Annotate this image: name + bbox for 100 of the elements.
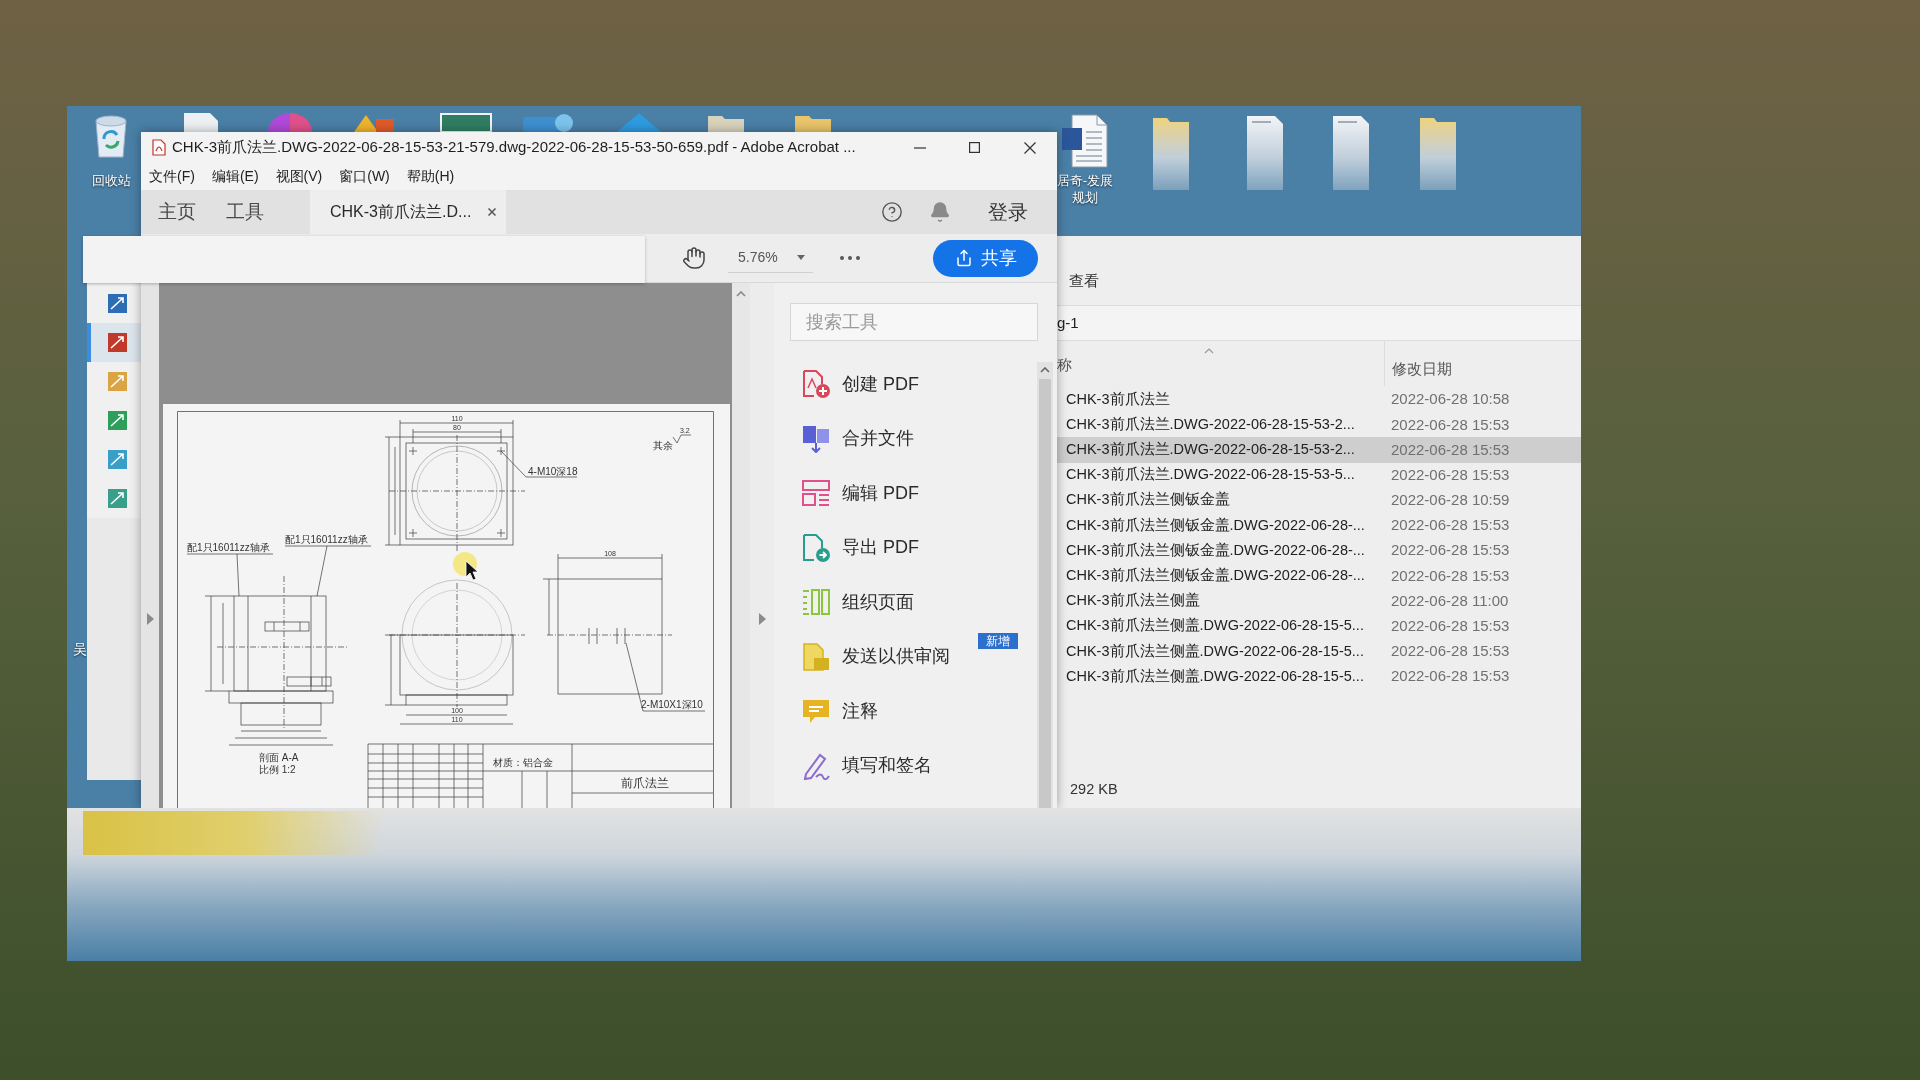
close-icon — [1023, 141, 1036, 154]
caret-down-icon — [797, 255, 805, 260]
maximize-icon — [969, 142, 980, 153]
file-date: 2022-06-28 15:53 — [1390, 666, 1510, 687]
sign-in-link[interactable]: 登录 — [988, 197, 1028, 227]
file-row[interactable]: CHK-3前爪法兰侧盖.DWG-2022-06-28-15-5... 2022-06-28 15:53 — [1057, 638, 1581, 665]
file-name: CHK-3前爪法兰.DWG-2022-06-28-15-53-2... — [1065, 414, 1356, 434]
file-name: CHK-3前爪法兰侧盖.DWG-2022-06-28-15-5... — [1065, 666, 1365, 686]
menu-item[interactable]: 窗口(W) — [339, 166, 390, 187]
file-row[interactable]: CHK-3前爪法兰侧盖.DWG-2022-06-28-15-5... 2022-06-28 15:53 — [1057, 613, 1581, 639]
file-name: CHK-3前爪法兰侧钣金盖.DWG-2022-06-28-... — [1065, 515, 1366, 535]
thread-note: 2-M10X1深10 — [641, 699, 703, 710]
file-row[interactable]: CHK-3前爪法兰侧盖.DWG-2022-06-28-15-5... 2022-06-28 15:53 — [1057, 664, 1581, 690]
nav-item[interactable] — [87, 323, 141, 362]
file-row[interactable]: CHK-3前爪法兰 2022-06-28 10:58 — [1057, 387, 1581, 413]
menu-item[interactable]: 视图(V) — [275, 166, 323, 187]
material-label: 材质：铝合金 — [493, 757, 553, 768]
file-name: CHK-3前爪法兰.DWG-2022-06-28-15-53-5... — [1065, 465, 1356, 485]
share-icon — [954, 249, 973, 267]
file-date: 2022-06-28 15:53 — [1390, 439, 1510, 460]
help-icon[interactable] — [881, 201, 903, 223]
ball-icon[interactable] — [268, 113, 312, 132]
file-row[interactable]: CHK-3前爪法兰侧钣金盖 2022-06-28 10:59 — [1057, 487, 1581, 513]
file-name: CHK-3前爪法兰.DWG-2022-06-28-15-53-2... — [1065, 440, 1356, 460]
part-name: 前爪法兰 — [621, 776, 669, 790]
menu-item[interactable]: 帮助(H) — [406, 166, 455, 187]
folder-icon[interactable] — [1153, 116, 1189, 190]
nav-item[interactable] — [87, 284, 141, 323]
file-row[interactable]: CHK-3前爪法兰.DWG-2022-06-28-15-53-2... 2022-06-28 15:53 — [1057, 412, 1581, 438]
nav-item[interactable] — [87, 362, 141, 401]
hole-note: 4-M10深18 — [528, 466, 578, 477]
file-name: CHK-3前爪法兰侧钣金盖.DWG-2022-06-28-... — [1065, 566, 1366, 586]
mouse-cursor-icon — [453, 552, 479, 581]
tool-item[interactable]: 编辑 PDF — [790, 466, 1037, 521]
file-date: 2022-06-28 15:53 — [1390, 464, 1510, 485]
ribbon-tab[interactable]: 查看 — [1069, 270, 1099, 293]
desktop-icon-label: 吴 — [73, 640, 87, 659]
desktop-icon-label: 居奇-发展规划 — [1055, 172, 1115, 206]
file-name: CHK-3前爪法兰 — [1065, 389, 1171, 409]
bearing-note: 配1只16011zz轴承 — [285, 534, 368, 545]
document-icon[interactable] — [1333, 116, 1369, 190]
tool-item[interactable]: 发送以供审阅 新增 — [790, 629, 1037, 684]
roughness-note: 其余 — [653, 440, 673, 451]
file-name: CHK-3前爪法兰侧钣金盖 — [1065, 490, 1231, 510]
tool-item[interactable]: 注释 — [790, 684, 1037, 739]
tab[interactable]: CHK-3前爪法兰.D... — [310, 190, 506, 234]
folder-icon[interactable] — [1420, 116, 1456, 190]
chevron-up-icon[interactable] — [1040, 367, 1050, 373]
new-badge: 新增 — [978, 632, 1018, 649]
file-date: 2022-06-28 10:58 — [1390, 389, 1510, 410]
word-document-icon[interactable] — [1062, 114, 1108, 168]
file-row[interactable]: CHK-3前爪法兰侧钣金盖.DWG-2022-06-28-... 2022-06-28 15:53 — [1057, 512, 1581, 539]
tab[interactable]: 工具 — [211, 190, 279, 234]
roughness-symbol-icon — [672, 434, 692, 444]
tool-item[interactable]: 组织页面 — [790, 575, 1037, 630]
tool-item[interactable]: 创建 PDF — [790, 357, 1037, 412]
more-icon[interactable] — [840, 256, 860, 260]
menu-item[interactable]: 文件(F) — [149, 166, 195, 187]
tool-item[interactable]: 导出 PDF — [790, 520, 1037, 575]
file-row[interactable]: CHK-3前爪法兰.DWG-2022-06-28-15-53-2... 2022-06-28 15:53 — [1057, 437, 1581, 463]
chevron-up-icon[interactable] — [736, 291, 746, 297]
file-name: CHK-3前爪法兰侧盖.DWG-2022-06-28-15-5... — [1065, 616, 1365, 636]
file-name: CHK-3前爪法兰侧盖.DWG-2022-06-28-15-5... — [1065, 641, 1365, 661]
close-icon[interactable] — [488, 208, 496, 216]
document-icon — [802, 642, 830, 671]
column-header[interactable]: 称 — [1057, 355, 1072, 377]
file-row[interactable]: CHK-3前爪法兰侧钣金盖.DWG-2022-06-28-... 2022-06-28 15:53 — [1057, 538, 1581, 564]
file-row[interactable]: CHK-3前爪法兰侧钣金盖.DWG-2022-06-28-... 2022-06-28 15:53 — [1057, 563, 1581, 589]
documents-arrow-icon — [802, 424, 830, 453]
caret-right-icon[interactable] — [758, 613, 766, 625]
column-header[interactable]: 修改日期 — [1392, 359, 1452, 381]
file-date: 2022-06-28 15:53 — [1390, 515, 1510, 536]
tool-item[interactable]: 合并文件 — [790, 411, 1037, 466]
file-row[interactable]: CHK-3前爪法兰侧盖 2022-06-28 11:00 — [1057, 588, 1581, 614]
menu-item[interactable]: 编辑(E) — [211, 166, 259, 187]
address-field[interactable]: g-1 — [1057, 306, 1581, 341]
file-date: 2022-06-28 15:53 — [1390, 565, 1510, 586]
bell-icon[interactable] — [929, 201, 951, 223]
tab[interactable]: 主页 — [143, 190, 211, 234]
caret-up-icon — [1204, 348, 1214, 354]
pen-icon — [802, 751, 830, 780]
pdf-icon — [152, 139, 166, 156]
document-icon[interactable] — [1247, 116, 1283, 190]
file-row[interactable]: CHK-3前爪法兰.DWG-2022-06-28-15-53-5... 2022-06-28 15:53 — [1057, 462, 1581, 488]
section-caption: 比例 1:2 — [259, 764, 296, 775]
file-date: 2022-06-28 15:53 — [1390, 540, 1510, 561]
zoom-field[interactable]: 5.76% — [728, 243, 813, 273]
share-button[interactable]: 共享 — [933, 239, 1038, 277]
caret-right-icon[interactable] — [146, 613, 154, 625]
search-field[interactable]: 搜索工具 — [790, 303, 1038, 341]
file-date: 2022-06-28 11:00 — [1390, 590, 1509, 611]
scrollbar[interactable] — [732, 283, 750, 808]
app-icon[interactable] — [523, 113, 573, 132]
document-arrow-icon — [802, 533, 830, 562]
status-text: 292 KB — [1070, 780, 1119, 800]
tool-item[interactable]: 填写和签名 — [790, 738, 1037, 793]
window-title: CHK-3前爪法兰.DWG-2022-06-28-15-53-21-579.dwg-2022-06-28-15-53-50-659.pdf - Adobe Acrobat ... — [172, 137, 856, 158]
nav-item[interactable] — [87, 479, 141, 518]
hand-icon[interactable] — [682, 246, 706, 270]
scrollbar[interactable] — [1037, 362, 1053, 808]
